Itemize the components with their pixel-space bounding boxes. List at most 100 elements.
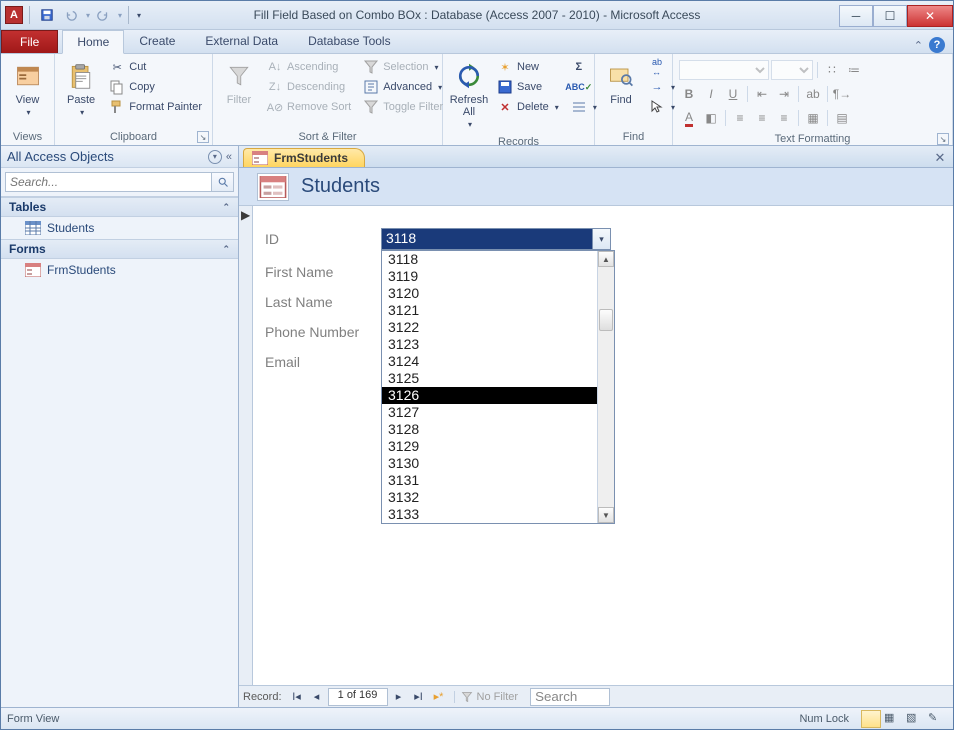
font-color-button[interactable]: A: [679, 108, 699, 128]
redo-split-icon[interactable]: ▾: [118, 11, 122, 20]
font-size-select[interactable]: [771, 60, 813, 80]
filter-button[interactable]: Filter: [219, 58, 259, 108]
gridlines-button[interactable]: ▦: [803, 108, 823, 128]
dropdown-item[interactable]: 3121: [382, 302, 597, 319]
remove-sort-button[interactable]: A⊘Remove Sort: [263, 98, 355, 116]
record-selector[interactable]: ▶: [239, 206, 253, 685]
dropdown-item[interactable]: 3126: [382, 387, 597, 404]
numbering-button[interactable]: ≔: [844, 60, 864, 80]
redo-button[interactable]: [92, 4, 114, 26]
dropdown-item[interactable]: 3124: [382, 353, 597, 370]
dropdown-item[interactable]: 3127: [382, 404, 597, 421]
ascending-button[interactable]: A↓Ascending: [263, 58, 355, 76]
dropdown-item[interactable]: 3132: [382, 489, 597, 506]
tab-database-tools[interactable]: Database Tools: [293, 29, 406, 53]
selection-button[interactable]: Selection▾: [359, 58, 447, 76]
align-left-button[interactable]: ≡: [730, 108, 750, 128]
new-record-button[interactable]: ✶New: [493, 58, 563, 76]
qat-customize-icon[interactable]: ▾: [137, 11, 141, 20]
scroll-down-button[interactable]: ▼: [598, 507, 614, 523]
close-button[interactable]: ✕: [907, 5, 953, 27]
dropdown-item[interactable]: 3130: [382, 455, 597, 472]
nav-item-students-table[interactable]: Students: [1, 217, 238, 239]
tab-create[interactable]: Create: [124, 29, 190, 53]
dropdown-item[interactable]: 3125: [382, 370, 597, 387]
delete-record-button[interactable]: ✕Delete▾: [493, 98, 563, 116]
nav-search-input[interactable]: [5, 172, 212, 192]
scroll-up-button[interactable]: ▲: [598, 251, 614, 267]
scroll-thumb[interactable]: [599, 309, 613, 331]
cut-button[interactable]: ✂Cut: [105, 58, 206, 76]
align-center-button[interactable]: ≡: [752, 108, 772, 128]
dropdown-item[interactable]: 3122: [382, 319, 597, 336]
paste-button[interactable]: Paste ▾: [61, 58, 101, 119]
decrease-indent-button[interactable]: ⇤: [752, 84, 772, 104]
form-view-button[interactable]: [861, 710, 881, 728]
dropdown-scrollbar[interactable]: ▲ ▼: [597, 251, 614, 523]
undo-split-icon[interactable]: ▾: [86, 11, 90, 20]
underline-button[interactable]: U: [723, 84, 743, 104]
align-right-button[interactable]: ≡: [774, 108, 794, 128]
dropdown-item[interactable]: 3120: [382, 285, 597, 302]
id-combobox-value[interactable]: 3118: [382, 229, 592, 249]
dropdown-item[interactable]: 3131: [382, 472, 597, 489]
nav-cat-tables[interactable]: Tables⌃: [1, 197, 238, 217]
increase-indent-button[interactable]: ⇥: [774, 84, 794, 104]
highlight-button[interactable]: ab: [803, 84, 823, 104]
alt-row-button[interactable]: ▤: [832, 108, 852, 128]
save-qat-button[interactable]: [36, 4, 58, 26]
font-family-select[interactable]: [679, 60, 769, 80]
advanced-button[interactable]: Advanced▾: [359, 78, 447, 96]
italic-button[interactable]: I: [701, 84, 721, 104]
textfmt-dialog-launcher[interactable]: ↘: [937, 133, 949, 145]
help-icon[interactable]: ?: [929, 37, 945, 53]
minimize-ribbon-icon[interactable]: ⌃: [914, 39, 923, 52]
record-search-input[interactable]: [530, 688, 610, 706]
no-filter-indicator[interactable]: No Filter: [454, 691, 525, 703]
save-record-button[interactable]: Save: [493, 78, 563, 96]
tab-home[interactable]: Home: [62, 30, 124, 54]
nav-search-button[interactable]: [212, 172, 234, 192]
id-combobox[interactable]: 3118 ▾: [381, 228, 611, 250]
last-record-button[interactable]: ▸I: [410, 688, 428, 706]
nav-cat-forms[interactable]: Forms⌃: [1, 239, 238, 259]
dropdown-item[interactable]: 3129: [382, 438, 597, 455]
form-tab-frmstudents[interactable]: FrmStudents: [243, 148, 365, 167]
next-record-button[interactable]: ▸: [390, 688, 408, 706]
prev-record-button[interactable]: ◂: [308, 688, 326, 706]
bold-button[interactable]: B: [679, 84, 699, 104]
new-record-nav-button[interactable]: ▸*: [430, 688, 448, 706]
file-tab[interactable]: File: [1, 30, 58, 53]
dropdown-item[interactable]: 3123: [382, 336, 597, 353]
find-button[interactable]: Find: [601, 58, 641, 108]
view-button[interactable]: View ▾: [7, 58, 48, 119]
format-painter-button[interactable]: Format Painter: [105, 98, 206, 116]
dropdown-item[interactable]: 3133: [382, 506, 597, 523]
undo-button[interactable]: [60, 4, 82, 26]
ltr-button[interactable]: ¶→: [832, 84, 852, 104]
design-view-button[interactable]: ✎: [927, 710, 947, 728]
nav-header[interactable]: All Access Objects: [7, 149, 114, 164]
maximize-button[interactable]: ☐: [873, 5, 907, 27]
minimize-button[interactable]: ─: [839, 5, 873, 27]
close-tab-button[interactable]: ✕: [931, 149, 949, 167]
first-record-button[interactable]: I◂: [288, 688, 306, 706]
nav-menu-icon[interactable]: ▾: [208, 150, 222, 164]
dropdown-item[interactable]: 3118: [382, 251, 597, 268]
nav-item-frmstudents[interactable]: FrmStudents: [1, 259, 238, 281]
clipboard-dialog-launcher[interactable]: ↘: [197, 131, 209, 143]
copy-button[interactable]: Copy: [105, 78, 206, 96]
nav-collapse-icon[interactable]: «: [226, 151, 232, 163]
tab-external-data[interactable]: External Data: [190, 29, 293, 53]
datasheet-view-button[interactable]: ▦: [883, 710, 903, 728]
layout-view-button[interactable]: ▧: [905, 710, 925, 728]
bullets-button[interactable]: ∷: [822, 60, 842, 80]
refresh-all-button[interactable]: Refresh All ▾: [449, 58, 489, 131]
record-position[interactable]: 1 of 169: [328, 688, 388, 706]
descending-button[interactable]: Z↓Descending: [263, 78, 355, 96]
fill-color-button[interactable]: ◧: [701, 108, 721, 128]
dropdown-item[interactable]: 3119: [382, 268, 597, 285]
combobox-dropdown-button[interactable]: ▾: [592, 229, 610, 249]
toggle-filter-button[interactable]: Toggle Filter: [359, 98, 447, 116]
dropdown-item[interactable]: 3128: [382, 421, 597, 438]
